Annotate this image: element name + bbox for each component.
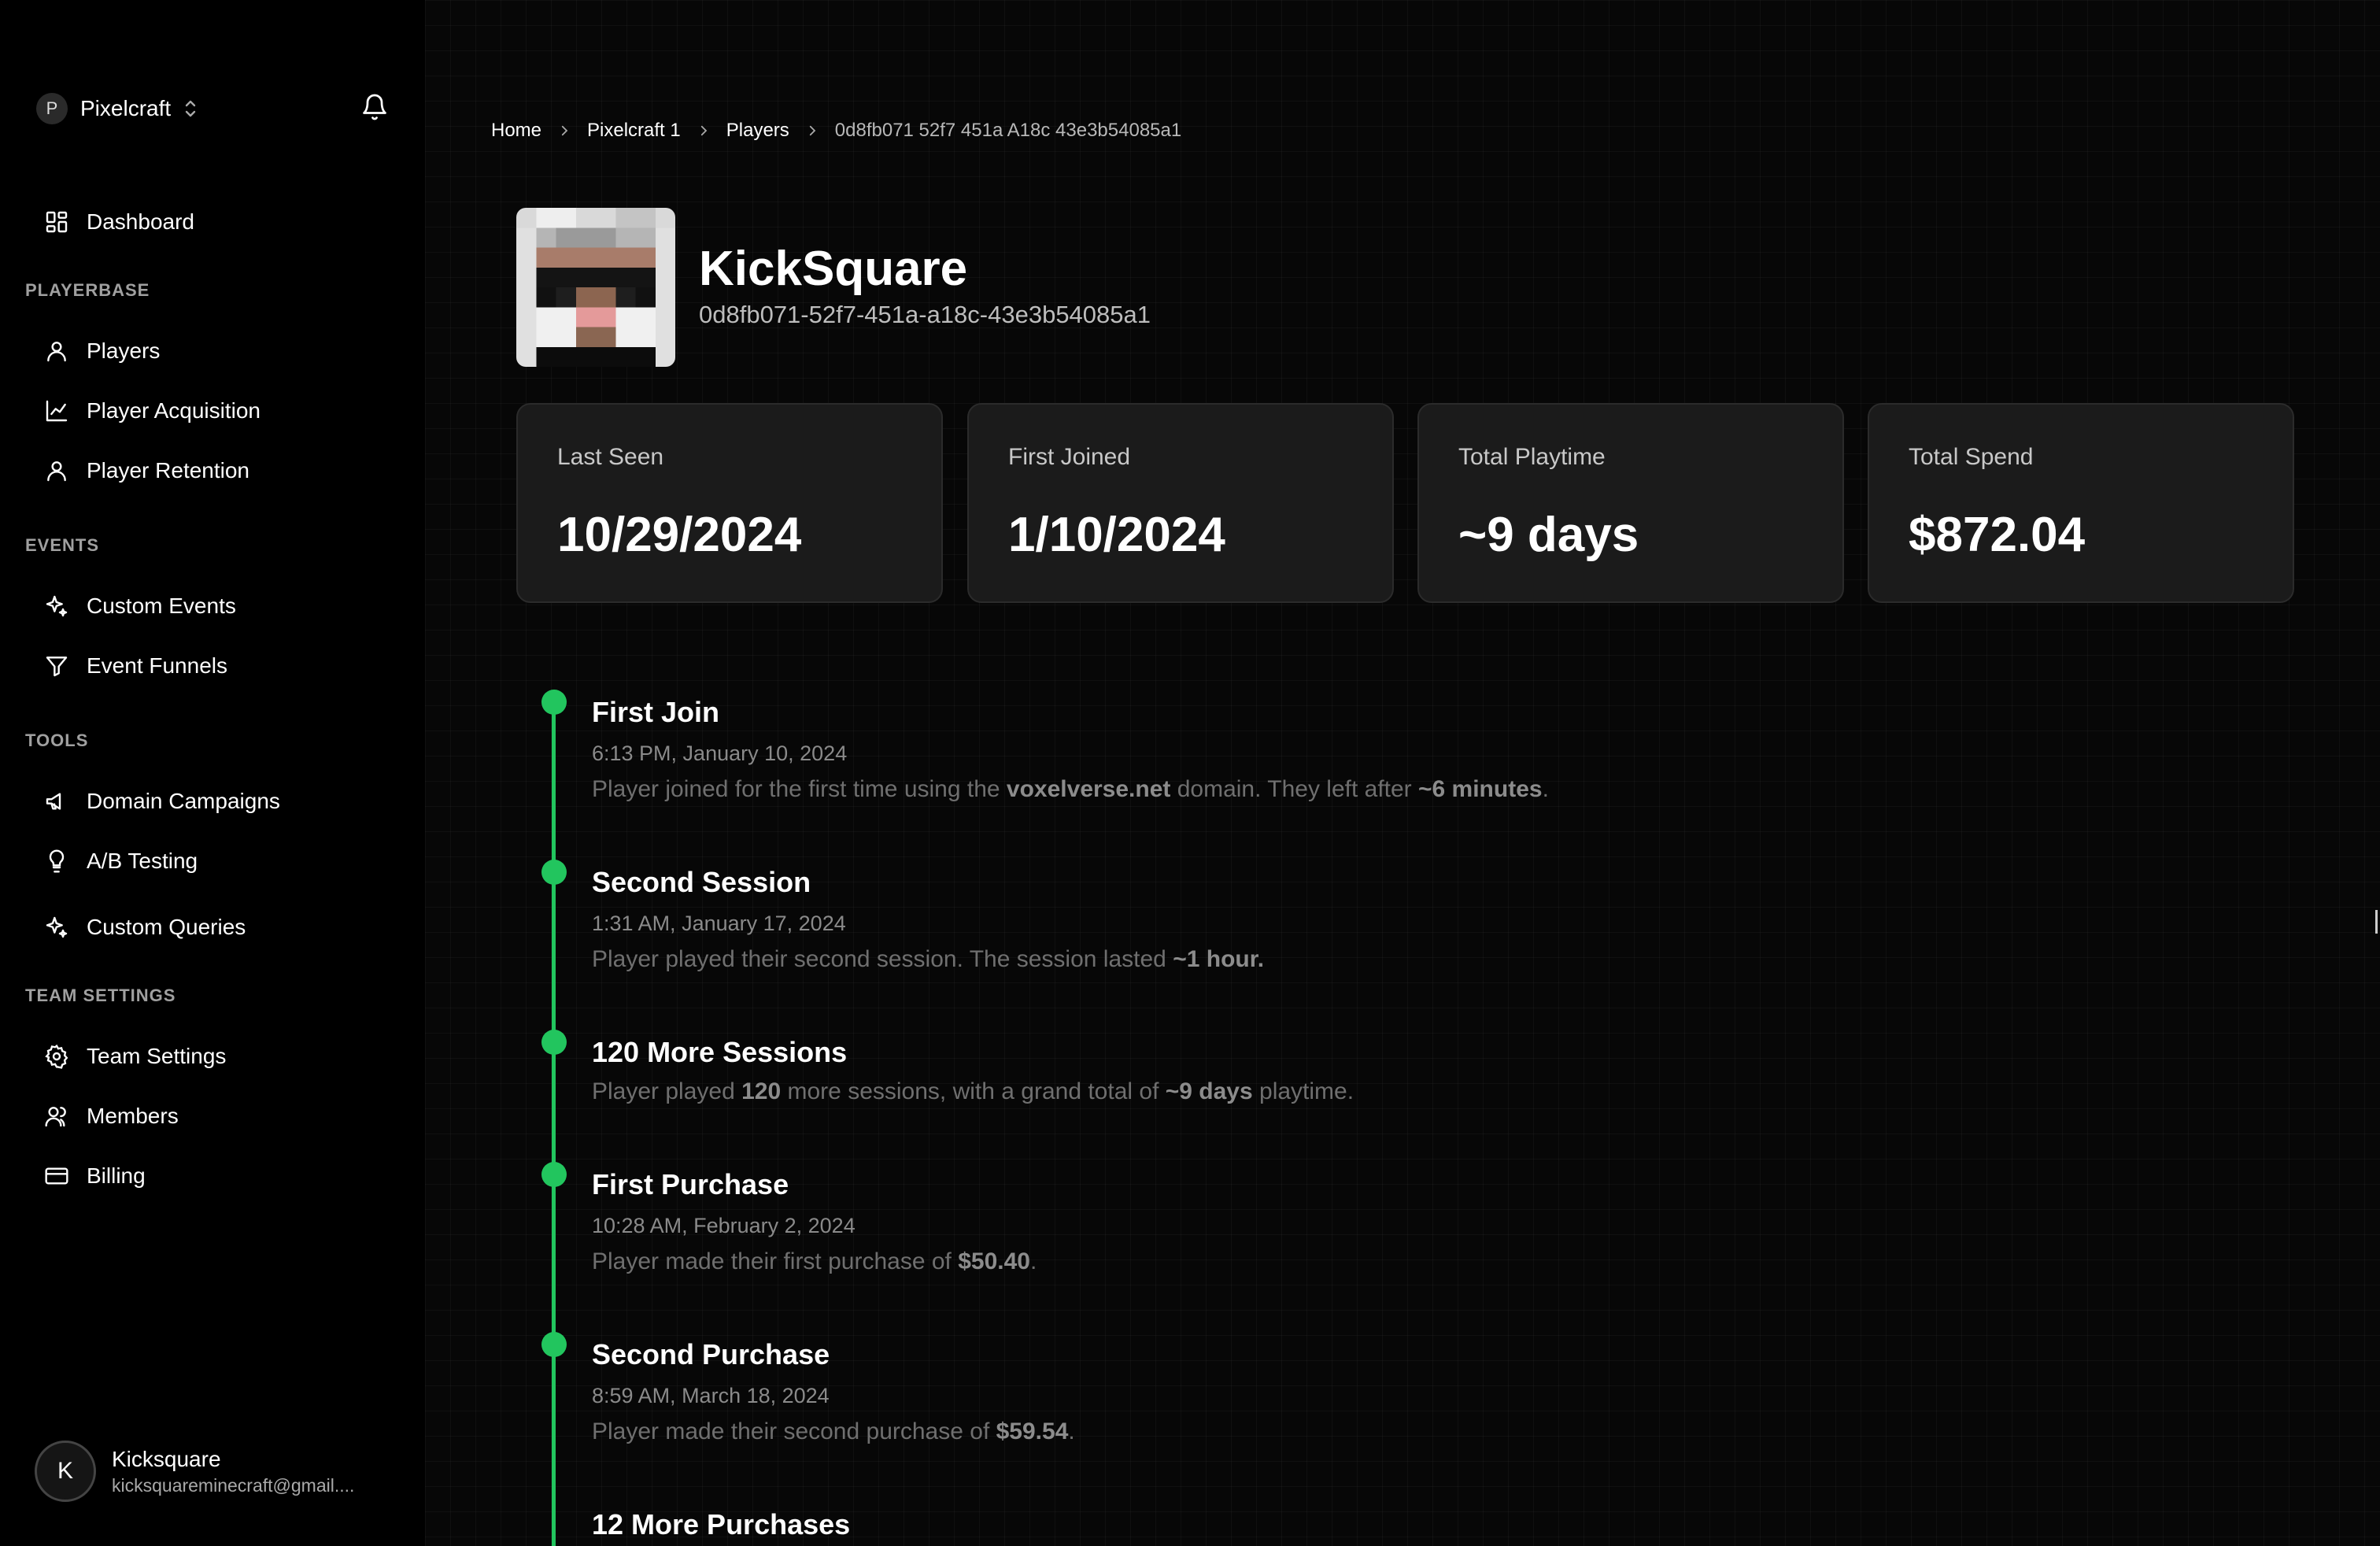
sidebar-item-player-acquisition[interactable]: Player Acquisition bbox=[44, 394, 261, 428]
megaphone-icon bbox=[46, 793, 61, 810]
gear-icon bbox=[45, 1044, 68, 1069]
chevron-right-icon bbox=[700, 125, 708, 136]
sidebar-item-event-funnels[interactable]: Event Funnels bbox=[44, 649, 227, 683]
chevron-right-icon bbox=[809, 125, 816, 136]
timeline-description: Player made their second purchase of $59… bbox=[592, 1418, 1075, 1444]
sidebar-item-team-settings[interactable]: Team Settings bbox=[44, 1039, 226, 1074]
sidebar-item-billing[interactable]: Billing bbox=[44, 1159, 146, 1193]
user-name: Kicksquare bbox=[112, 1446, 221, 1471]
breadcrumb: Home Pixelcraft 1 Players 0d8fb071 52f7 … bbox=[491, 120, 1181, 142]
stat-card-last-seen: Last Seen 10/29/2024 bbox=[516, 403, 943, 603]
timeline-time: 6:13 PM, January 10, 2024 bbox=[592, 742, 848, 765]
timeline-title: First Purchase bbox=[592, 1168, 789, 1200]
section-heading-tools: TOOLS bbox=[25, 730, 89, 750]
sidebar-item-custom-queries[interactable]: Custom Queries bbox=[44, 910, 246, 945]
section-heading-playerbase: PLAYERBASE bbox=[25, 280, 150, 300]
bell-icon[interactable] bbox=[360, 93, 389, 121]
text-cursor bbox=[2375, 910, 2378, 934]
timeline-time: 1:31 AM, January 17, 2024 bbox=[592, 912, 846, 935]
dashboard-icon bbox=[46, 211, 68, 233]
timeline-dot bbox=[541, 860, 567, 885]
sidebar-item-player-retention[interactable]: Player Retention bbox=[44, 453, 249, 488]
avatar: K bbox=[35, 1441, 96, 1502]
timeline-description: Player joined for the first time using t… bbox=[592, 776, 1549, 802]
team-name: Pixelcraft bbox=[80, 96, 172, 120]
player-uuid: 0d8fb071-52f7-451a-a18c-43e3b54085a1 bbox=[699, 301, 1151, 328]
breadcrumb-team[interactable]: Pixelcraft 1 bbox=[587, 120, 681, 142]
section-heading-events: EVENTS bbox=[25, 535, 100, 555]
timeline-title: 120 More Sessions bbox=[592, 1036, 848, 1068]
timeline-dot bbox=[541, 690, 567, 715]
timeline-time: 8:59 AM, March 18, 2024 bbox=[592, 1384, 830, 1407]
stat-card-total-playtime: Total Playtime ~9 days bbox=[1417, 403, 1844, 603]
sidebar-item-domain-campaigns[interactable]: Domain Campaigns bbox=[44, 784, 280, 819]
sidebar-item-label: A/B Testing bbox=[87, 849, 198, 873]
sparkles-icon bbox=[46, 916, 68, 938]
timeline-dot bbox=[541, 1332, 567, 1357]
chevron-right-icon bbox=[561, 125, 568, 136]
stat-label: First Joined bbox=[1008, 444, 1131, 470]
breadcrumb-players[interactable]: Players bbox=[726, 120, 789, 142]
user-profile[interactable]: K Kicksquare kicksquareminecraft@gmail..… bbox=[35, 1441, 354, 1502]
team-avatar: P bbox=[36, 93, 68, 124]
sidebar-item-label: Player Acquisition bbox=[87, 398, 261, 423]
section-heading-team-settings: TEAM SETTINGS bbox=[25, 986, 176, 1005]
lightbulb-icon bbox=[49, 849, 65, 873]
stat-value: 10/29/2024 bbox=[557, 508, 802, 562]
stat-label: Total Playtime bbox=[1458, 444, 1606, 470]
sidebar-item-label: Players bbox=[87, 338, 161, 363]
sidebar-item-label: Event Funnels bbox=[87, 653, 227, 678]
sidebar-item-players[interactable]: Players bbox=[44, 334, 160, 368]
sidebar-item-label: Custom Queries bbox=[87, 915, 246, 939]
timeline-description: Player made their first purchase of $50.… bbox=[592, 1248, 1037, 1274]
sidebar-item-label: Members bbox=[87, 1104, 179, 1128]
sidebar-item-label: Team Settings bbox=[87, 1044, 227, 1068]
stat-value: $872.04 bbox=[1909, 508, 2086, 562]
sidebar-item-label: Domain Campaigns bbox=[87, 789, 280, 813]
timeline-title: 12 More Purchases bbox=[592, 1508, 851, 1540]
users-icon bbox=[45, 1107, 66, 1127]
breadcrumb-current: 0d8fb071 52f7 451a A18c 43e3b54085a1 bbox=[834, 120, 1182, 141]
main-content: Home Pixelcraft 1 Players 0d8fb071 52f7 … bbox=[425, 0, 2380, 1546]
user-email: kicksquareminecraft@gmail.... bbox=[112, 1474, 355, 1496]
credit-card-icon bbox=[45, 1167, 68, 1185]
sidebar: P Pixelcraft Dashboard PLAYERBASE Player… bbox=[0, 0, 425, 1546]
sidebar-item-label: Player Retention bbox=[87, 458, 250, 483]
stat-card-total-spend: Total Spend $872.04 bbox=[1868, 403, 2294, 603]
sidebar-item-label: Custom Events bbox=[87, 594, 236, 618]
user-icon bbox=[47, 342, 66, 362]
timeline-title: Second Session bbox=[592, 866, 811, 898]
timeline-description: Player played their second session. The … bbox=[592, 946, 1265, 972]
sidebar-item-members[interactable]: Members bbox=[44, 1099, 179, 1134]
player-name: KickSquare bbox=[699, 242, 968, 296]
stat-card-first-joined: First Joined 1/10/2024 bbox=[967, 403, 1394, 603]
timeline-time: 10:28 AM, February 2, 2024 bbox=[592, 1214, 856, 1237]
sparkles-icon bbox=[46, 595, 68, 617]
stat-label: Last Seen bbox=[557, 444, 664, 470]
timeline-dot bbox=[541, 1162, 567, 1187]
line-chart-icon bbox=[46, 400, 68, 422]
sidebar-item-label: Billing bbox=[87, 1163, 146, 1188]
timeline-title: First Join bbox=[592, 696, 720, 728]
chevron-updown-icon bbox=[185, 100, 196, 117]
sidebar-item-label: Dashboard bbox=[87, 209, 194, 234]
stat-value: ~9 days bbox=[1458, 508, 1639, 562]
user-icon bbox=[47, 461, 66, 482]
timeline-title: Second Purchase bbox=[592, 1338, 830, 1370]
sidebar-item-ab-testing[interactable]: A/B Testing bbox=[44, 844, 198, 878]
breadcrumb-home[interactable]: Home bbox=[491, 120, 541, 142]
timeline-dot bbox=[541, 1030, 567, 1055]
stat-value: 1/10/2024 bbox=[1008, 508, 1225, 562]
stat-label: Total Spend bbox=[1909, 444, 2034, 470]
team-switcher[interactable]: P Pixelcraft bbox=[36, 91, 198, 126]
funnel-icon bbox=[46, 656, 68, 677]
timeline-description: Player played 120 more sessions, with a … bbox=[592, 1078, 1354, 1104]
sidebar-item-custom-events[interactable]: Custom Events bbox=[44, 589, 236, 623]
player-skin-avatar bbox=[516, 208, 675, 367]
timeline-line bbox=[552, 702, 556, 1546]
sidebar-item-dashboard[interactable]: Dashboard bbox=[44, 205, 194, 239]
